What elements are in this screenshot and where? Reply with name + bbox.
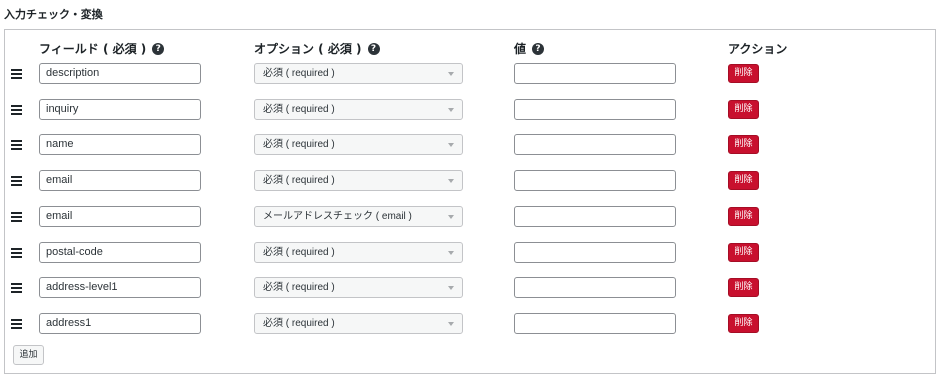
table-row: name 必須 ( required ) 削除 <box>5 134 935 156</box>
delete-button[interactable]: 削除 <box>728 171 759 190</box>
drag-handle-icon[interactable] <box>11 248 23 258</box>
column-header-action: アクション <box>728 40 787 57</box>
option-select-value: 必須 ( required ) <box>263 247 335 258</box>
column-header-option: オプション ( 必須 ) ? <box>254 40 380 57</box>
field-input[interactable]: name <box>39 134 201 155</box>
help-icon[interactable]: ? <box>367 42 380 55</box>
column-header-field: フィールド ( 必須 ) ? <box>39 40 165 57</box>
field-input[interactable]: email <box>39 206 201 227</box>
drag-handle-icon[interactable] <box>11 176 23 186</box>
option-select-value: 必須 ( required ) <box>263 139 335 150</box>
option-select[interactable]: 必須 ( required ) <box>254 99 463 120</box>
column-header-value: 値 ? <box>514 40 545 57</box>
column-header-action-label: アクション <box>728 42 788 56</box>
chevron-down-icon <box>448 322 454 326</box>
value-input[interactable] <box>514 134 676 155</box>
delete-button[interactable]: 削除 <box>728 64 759 83</box>
add-button[interactable]: 追加 <box>13 345 44 365</box>
field-input[interactable]: description <box>39 63 201 84</box>
delete-button[interactable]: 削除 <box>728 243 759 262</box>
table-row: address1 必須 ( required ) 削除 <box>5 313 935 335</box>
chevron-down-icon <box>448 251 454 255</box>
field-input[interactable]: address-level1 <box>39 277 201 298</box>
chevron-down-icon <box>448 108 454 112</box>
field-input[interactable]: inquiry <box>39 99 201 120</box>
value-input[interactable] <box>514 242 676 263</box>
option-select[interactable]: 必須 ( required ) <box>254 63 463 84</box>
field-input[interactable]: email <box>39 170 201 191</box>
option-select[interactable]: 必須 ( required ) <box>254 277 463 298</box>
table-row: email メールアドレスチェック ( email ) 削除 <box>5 206 935 228</box>
chevron-down-icon <box>448 215 454 219</box>
option-select-value: 必須 ( required ) <box>263 68 335 79</box>
field-input[interactable]: address1 <box>39 313 201 334</box>
section-title: 入力チェック・変換 <box>4 8 103 21</box>
value-input[interactable] <box>514 99 676 120</box>
table-row: postal-code 必須 ( required ) 削除 <box>5 242 935 264</box>
value-input[interactable] <box>514 63 676 84</box>
option-select-value: 必須 ( required ) <box>263 318 335 329</box>
option-select-value: 必須 ( required ) <box>263 175 335 186</box>
table-row: address-level1 必須 ( required ) 削除 <box>5 277 935 299</box>
chevron-down-icon <box>448 143 454 147</box>
delete-button[interactable]: 削除 <box>728 314 759 333</box>
drag-handle-icon[interactable] <box>11 319 23 329</box>
option-select[interactable]: メールアドレスチェック ( email ) <box>254 206 463 227</box>
column-header-field-label: フィールド ( 必須 ) <box>39 42 147 56</box>
drag-handle-icon[interactable] <box>11 283 23 293</box>
column-header-option-label: オプション ( 必須 ) <box>254 42 362 56</box>
chevron-down-icon <box>448 179 454 183</box>
option-select-value: メールアドレスチェック ( email ) <box>263 211 412 222</box>
column-header-value-label: 値 <box>514 42 527 56</box>
drag-handle-icon[interactable] <box>11 69 23 79</box>
option-select-value: 必須 ( required ) <box>263 282 335 293</box>
option-select[interactable]: 必須 ( required ) <box>254 313 463 334</box>
drag-handle-icon[interactable] <box>11 140 23 150</box>
validation-panel: フィールド ( 必須 ) ? オプション ( 必須 ) ? 値 ? アクション … <box>4 29 936 374</box>
option-select[interactable]: 必須 ( required ) <box>254 134 463 155</box>
value-input[interactable] <box>514 313 676 334</box>
delete-button[interactable]: 削除 <box>728 207 759 226</box>
table-row: email 必須 ( required ) 削除 <box>5 170 935 192</box>
option-select[interactable]: 必須 ( required ) <box>254 170 463 191</box>
drag-handle-icon[interactable] <box>11 105 23 115</box>
value-input[interactable] <box>514 277 676 298</box>
delete-button[interactable]: 削除 <box>728 135 759 154</box>
chevron-down-icon <box>448 72 454 76</box>
table-row: inquiry 必須 ( required ) 削除 <box>5 99 935 121</box>
value-input[interactable] <box>514 170 676 191</box>
drag-handle-icon[interactable] <box>11 212 23 222</box>
option-select-value: 必須 ( required ) <box>263 104 335 115</box>
delete-button[interactable]: 削除 <box>728 278 759 297</box>
help-icon[interactable]: ? <box>152 42 165 55</box>
value-input[interactable] <box>514 206 676 227</box>
table-row: description 必須 ( required ) 削除 <box>5 63 935 85</box>
help-icon[interactable]: ? <box>532 42 545 55</box>
chevron-down-icon <box>448 286 454 290</box>
option-select[interactable]: 必須 ( required ) <box>254 242 463 263</box>
field-input[interactable]: postal-code <box>39 242 201 263</box>
delete-button[interactable]: 削除 <box>728 100 759 119</box>
